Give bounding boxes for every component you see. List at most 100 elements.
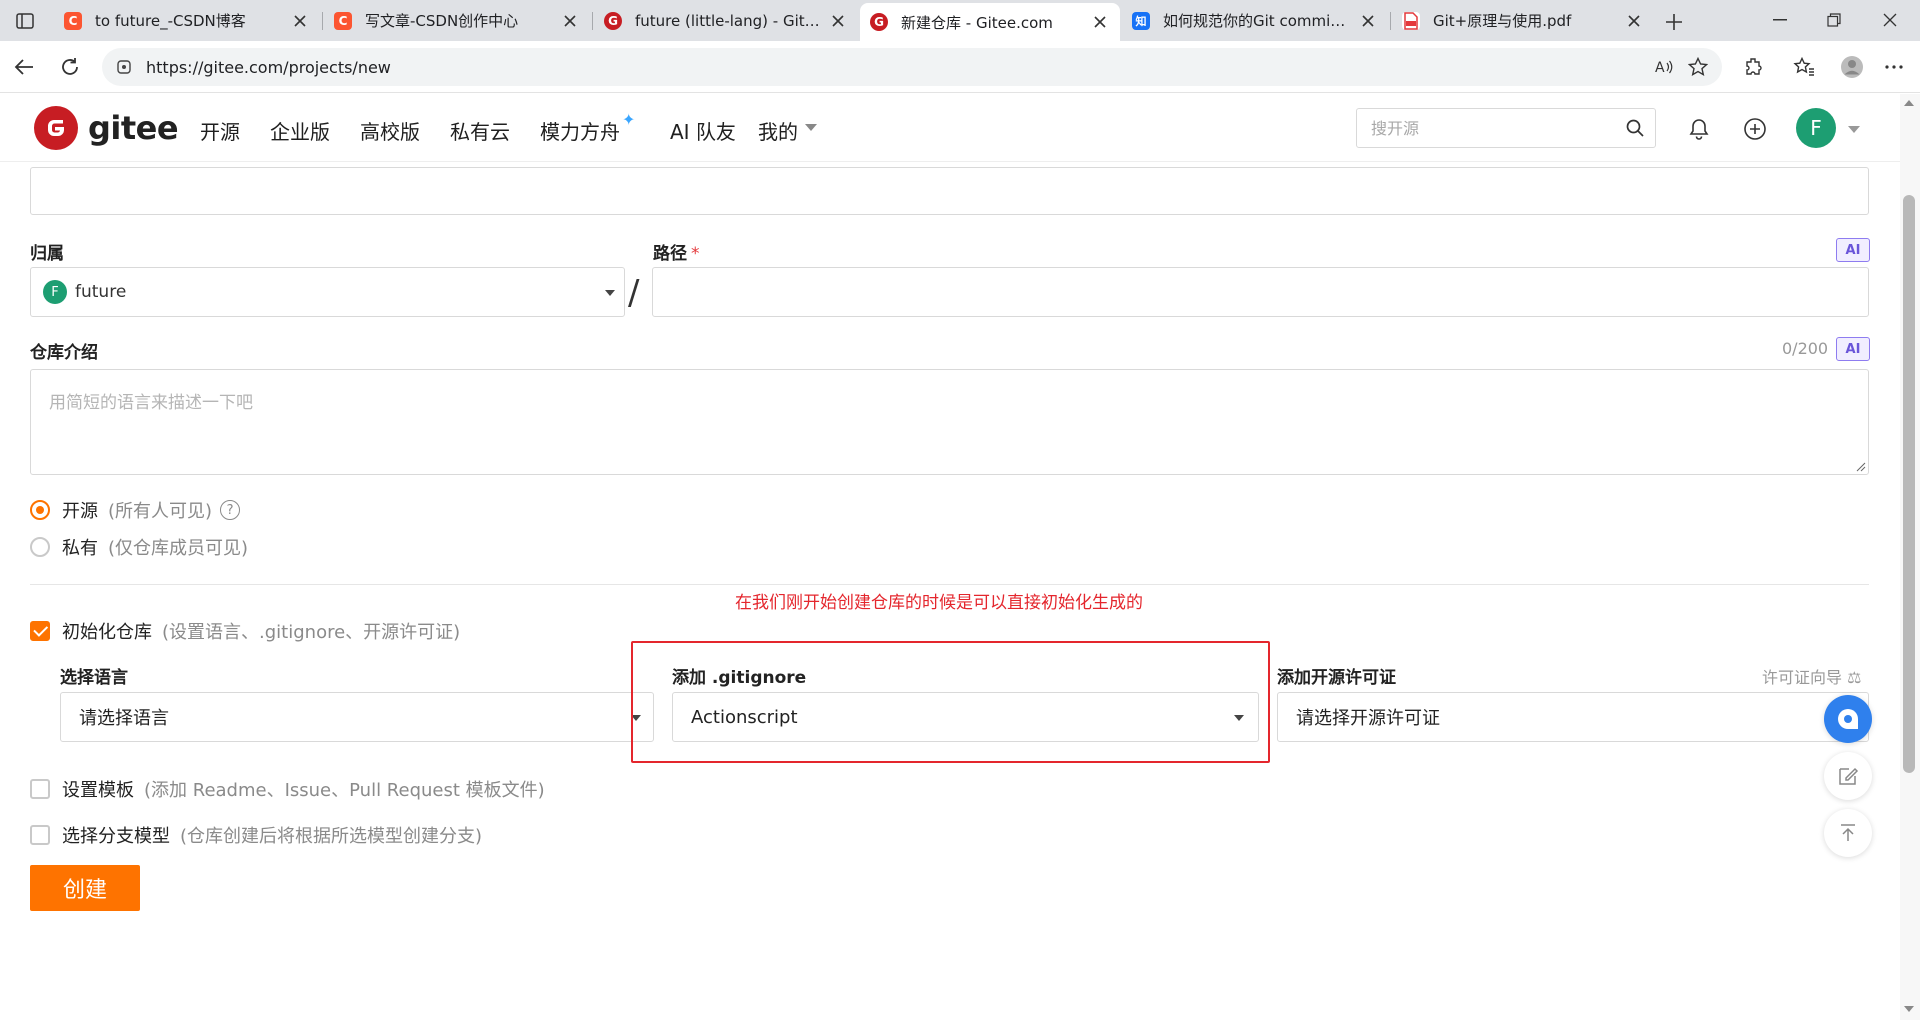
- language-value: 请选择语言: [79, 708, 169, 729]
- favorite-star-icon[interactable]: [1684, 48, 1712, 86]
- branch-model-option[interactable]: 选择分支模型 (仓库创建后将根据所选模型创建分支): [30, 822, 482, 848]
- nav-enterprise[interactable]: 企业版: [270, 116, 330, 145]
- section-divider: [30, 584, 1869, 585]
- required-mark: *: [691, 244, 700, 264]
- public-hint: (所有人可见): [108, 501, 213, 522]
- nav-open-source[interactable]: 开源: [200, 116, 240, 145]
- owner-label: 归属: [30, 244, 64, 264]
- browser-tab-2[interactable]: C 写文章-CSDN创作中心: [324, 3, 590, 38]
- extensions-icon[interactable]: [1740, 53, 1768, 81]
- scroll-down-icon[interactable]: [1904, 1006, 1914, 1012]
- init-repo-hint: (设置语言、.gitignore、开源许可证): [162, 622, 461, 643]
- reload-icon[interactable]: [56, 53, 84, 81]
- ai-generate-description-button[interactable]: AI: [1836, 337, 1870, 361]
- language-label: 选择语言: [60, 668, 128, 688]
- back-to-top-button[interactable]: [1824, 809, 1872, 857]
- public-label: 开源: [62, 501, 98, 522]
- close-icon[interactable]: [828, 11, 848, 31]
- scale-icon: ⚖: [1847, 668, 1862, 687]
- scrollbar-thumb[interactable]: [1903, 195, 1915, 773]
- browser-tab-6[interactable]: Git+原理与使用.pdf: [1392, 3, 1654, 38]
- address-bar[interactable]: https://gitee.com/projects/new A: [102, 48, 1722, 86]
- language-select[interactable]: 请选择语言: [60, 692, 654, 742]
- search-icon[interactable]: [1615, 109, 1655, 147]
- chevron-down-icon: [605, 290, 615, 296]
- browser-tab-3[interactable]: G future (little-lang) - Gitee.com: [594, 3, 858, 38]
- assistant-float-button[interactable]: [1824, 695, 1872, 743]
- tab-separator: [592, 12, 593, 30]
- nav-mine[interactable]: 我的: [758, 116, 798, 145]
- close-icon[interactable]: [1624, 11, 1644, 31]
- visibility-private[interactable]: 私有 (仅仓库成员可见): [30, 534, 248, 560]
- brand-name: gitee: [88, 109, 179, 147]
- init-repo-option[interactable]: 初始化仓库 (设置语言、.gitignore、开源许可证): [30, 618, 460, 644]
- chevron-down-icon[interactable]: [1848, 126, 1860, 133]
- license-guide-link[interactable]: 许可证向导 ⚖: [1762, 664, 1861, 688]
- tab-title: 如何规范你的Git commit? - 知乎: [1163, 12, 1350, 30]
- tab-actions-icon[interactable]: [8, 9, 42, 33]
- notification-bell-icon[interactable]: [1684, 114, 1714, 144]
- tab-title: Git+原理与使用.pdf: [1433, 12, 1572, 30]
- zhihu-icon: 知: [1132, 11, 1150, 30]
- favorites-icon[interactable]: [1790, 53, 1818, 81]
- branch-model-checkbox[interactable]: [30, 825, 50, 845]
- nav-education[interactable]: 高校版: [360, 116, 420, 145]
- init-repo-checkbox[interactable]: [30, 621, 50, 641]
- back-icon[interactable]: [10, 53, 38, 81]
- license-select[interactable]: 请选择开源许可证: [1277, 692, 1869, 742]
- repo-name-input[interactable]: [30, 167, 1869, 215]
- more-options-icon[interactable]: [1880, 53, 1908, 81]
- nav-ai-teammate[interactable]: AI 队友: [670, 116, 736, 145]
- template-option[interactable]: 设置模板 (添加 Readme、Issue、Pull Request 模板文件): [30, 776, 545, 802]
- path-label: 路径 *: [653, 239, 700, 264]
- scroll-up-icon[interactable]: [1904, 100, 1914, 106]
- nav-private-cloud[interactable]: 私有云: [450, 116, 510, 145]
- gitee-logo-icon: [34, 106, 78, 150]
- create-button[interactable]: 创建: [30, 865, 140, 911]
- close-icon[interactable]: [290, 11, 310, 31]
- description-placeholder: 用简短的语言来描述一下吧: [49, 393, 253, 413]
- ai-generate-path-button[interactable]: AI: [1836, 238, 1870, 262]
- close-icon[interactable]: [1358, 11, 1378, 31]
- chevron-down-icon[interactable]: [805, 124, 817, 131]
- owner-avatar: F: [43, 280, 67, 304]
- path-input[interactable]: [652, 267, 1869, 317]
- radio-public[interactable]: [30, 500, 50, 520]
- browser-tab-1[interactable]: C to future_-CSDN博客: [54, 3, 320, 38]
- edit-feedback-icon: [1839, 767, 1859, 785]
- close-icon[interactable]: [1090, 12, 1110, 32]
- description-textarea[interactable]: 用简短的语言来描述一下吧: [30, 369, 1869, 475]
- browser-tab-5[interactable]: 知 如何规范你的Git commit? - 知乎: [1122, 3, 1388, 38]
- template-checkbox[interactable]: [30, 779, 50, 799]
- gitee-logo[interactable]: gitee: [34, 106, 179, 150]
- search-input[interactable]: [1357, 110, 1615, 146]
- license-label: 添加开源许可证: [1277, 668, 1396, 688]
- help-icon[interactable]: ?: [220, 500, 241, 520]
- template-hint: (添加 Readme、Issue、Pull Request 模板文件): [144, 780, 545, 801]
- tab-title: future (little-lang) - Gitee.com: [635, 11, 820, 30]
- site-info-icon[interactable]: [114, 57, 134, 77]
- gitee-header: gitee 开源 企业版 高校版 私有云 模力方舟 ✦ AI 队友 我的 F: [0, 94, 1900, 162]
- radio-private[interactable]: [30, 537, 50, 557]
- browser-tab-4-active[interactable]: G 新建仓库 - Gitee.com: [860, 3, 1120, 41]
- new-tab-icon[interactable]: [1660, 8, 1688, 36]
- init-repo-label: 初始化仓库: [62, 622, 152, 643]
- resize-handle-icon[interactable]: [1856, 462, 1866, 472]
- browser-tab-bar: C to future_-CSDN博客 C 写文章-CSDN创作中心 G fut…: [0, 0, 1920, 41]
- owner-select[interactable]: F future: [30, 267, 625, 317]
- restore-icon[interactable]: [1816, 6, 1852, 34]
- read-aloud-icon[interactable]: A: [1650, 48, 1678, 86]
- feedback-float-button[interactable]: [1824, 752, 1872, 800]
- tab-title: to future_-CSDN博客: [95, 12, 246, 30]
- gitee-icon: G: [604, 11, 622, 30]
- profile-icon[interactable]: [1838, 53, 1866, 81]
- window-close-icon[interactable]: [1872, 6, 1908, 34]
- add-new-icon[interactable]: [1740, 114, 1770, 144]
- visibility-public[interactable]: 开源 (所有人可见) ?: [30, 497, 241, 523]
- close-icon[interactable]: [560, 11, 580, 31]
- nav-moli-fangzhou[interactable]: 模力方舟: [540, 116, 620, 145]
- user-avatar[interactable]: F: [1796, 108, 1836, 148]
- minimize-icon[interactable]: [1762, 6, 1798, 34]
- arrow-up-icon: [1841, 824, 1855, 841]
- owner-value: future: [75, 282, 127, 302]
